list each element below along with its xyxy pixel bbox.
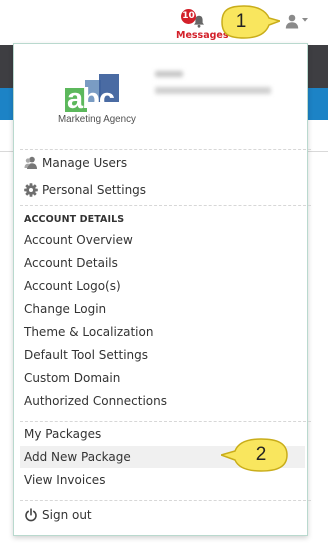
user-icon xyxy=(285,14,299,29)
menu-divider xyxy=(20,205,311,206)
annotation-number: 1 xyxy=(235,11,247,32)
message-count-badge: 10 xyxy=(181,9,196,24)
menu-divider xyxy=(20,149,311,150)
logo-letters: abc xyxy=(67,83,115,115)
user-menu-button[interactable] xyxy=(282,12,310,32)
annotation-callout-2: 2 xyxy=(218,436,291,474)
change-login-item[interactable]: Change Login xyxy=(14,298,307,320)
logo-tagline: Marketing Agency xyxy=(58,114,136,125)
users-icon xyxy=(24,156,37,169)
account-details-item[interactable]: Account Details xyxy=(14,252,307,274)
menu-divider xyxy=(20,421,311,422)
personal-settings-label: Personal Settings xyxy=(42,183,147,197)
authorized-connections-item[interactable]: Authorized Connections xyxy=(14,390,307,412)
personal-settings-item[interactable]: Personal Settings xyxy=(14,179,307,201)
annotation-callout-1: 1 xyxy=(214,3,283,41)
account-overview-item[interactable]: Account Overview xyxy=(14,229,307,251)
custom-domain-item[interactable]: Custom Domain xyxy=(14,367,307,389)
redacted-account-name xyxy=(155,71,183,77)
sign-out-item[interactable]: Sign out xyxy=(14,504,307,526)
account-details-heading: ACCOUNT DETAILS xyxy=(24,214,125,225)
power-icon xyxy=(25,508,37,522)
caret-down-icon xyxy=(302,18,308,22)
theme-localization-item[interactable]: Theme & Localization xyxy=(14,321,307,343)
sign-out-label: Sign out xyxy=(42,508,92,522)
menu-divider xyxy=(20,500,311,501)
default-tool-settings-item[interactable]: Default Tool Settings xyxy=(14,344,307,366)
manage-users-label: Manage Users xyxy=(42,156,128,170)
account-logos-item[interactable]: Account Logo(s) xyxy=(14,275,307,297)
manage-users-item[interactable]: Manage Users xyxy=(14,152,307,174)
redacted-account-email xyxy=(155,87,271,94)
gear-icon xyxy=(24,183,38,197)
account-logo: abc Marketing Agency xyxy=(58,74,137,130)
annotation-number: 2 xyxy=(255,444,267,465)
page: 10 Messages abc Marketing Agency Manage … xyxy=(0,0,328,547)
